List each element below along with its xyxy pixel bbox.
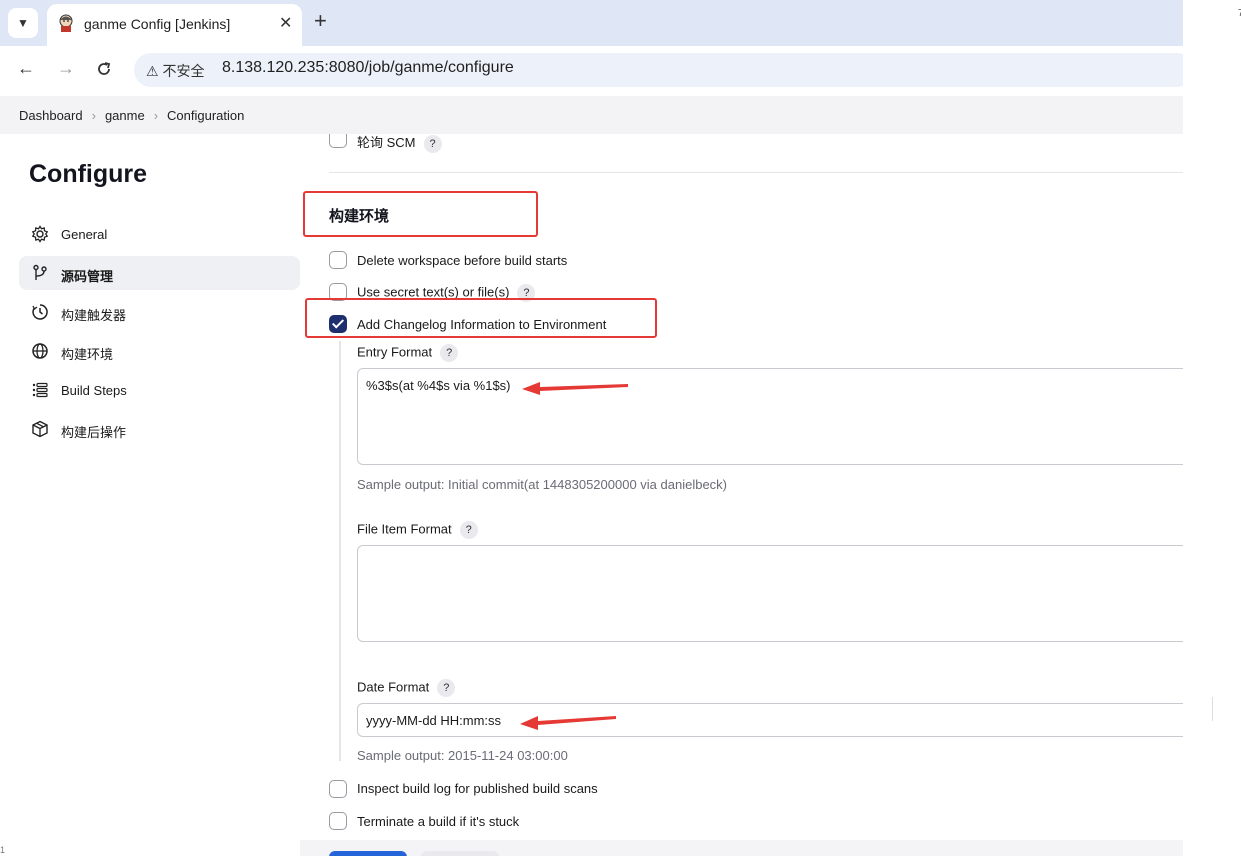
sidebar-item-label: General: [61, 227, 108, 242]
date-format-label: Date Format?: [357, 679, 456, 697]
margin-text: 1: [0, 845, 6, 855]
help-icon[interactable]: ?: [459, 521, 478, 539]
margin-divider: [1212, 697, 1213, 721]
entry-format-value: %3$s(at %4$s via %1$s): [366, 378, 511, 393]
browser-toolbar: ← → ⚠ 不安全 8.138.120.235:8080/job/ganme/c…: [0, 46, 1183, 94]
sidebar-item-build-steps[interactable]: Build Steps: [19, 373, 300, 407]
globe-icon: [32, 343, 48, 359]
sidebar-item-post-build[interactable]: 构建后操作: [19, 412, 300, 446]
url-text[interactable]: 8.138.120.235:8080/job/ganme/configure: [222, 59, 514, 77]
chevron-down-icon: ▼: [17, 16, 29, 30]
sidebar-item-label: 源码管理: [61, 269, 114, 284]
sidebar-item-label: Build Steps: [61, 383, 127, 398]
breadcrumb-dashboard[interactable]: Dashboard: [19, 108, 83, 123]
gear-icon: [31, 225, 49, 243]
insecure-warning[interactable]: ⚠ 不安全: [146, 61, 204, 81]
inspect-build-log-label: Inspect build log for published build sc…: [357, 781, 598, 796]
help-icon[interactable]: ?: [440, 344, 459, 362]
terminate-stuck-label: Terminate a build if it's stuck: [357, 814, 520, 829]
inspect-build-log-checkbox[interactable]: [329, 780, 347, 798]
breadcrumb: Dashboard › ganme › Configuration: [19, 108, 244, 123]
close-tab-icon[interactable]: ✕: [279, 13, 292, 33]
delete-workspace-label: Delete workspace before build starts: [357, 253, 568, 268]
section-title: 构建环境: [329, 208, 390, 225]
entry-format-textarea[interactable]: %3$s(at %4$s via %1$s): [357, 368, 1183, 465]
save-button[interactable]: [329, 851, 407, 856]
breadcrumb-separator: ›: [91, 108, 96, 123]
tab-search-button[interactable]: ▼: [8, 8, 38, 38]
sidebar-item-general[interactable]: General: [19, 217, 300, 251]
sidebar-item-label: 构建后操作: [61, 425, 127, 440]
date-format-sample: Sample output: 2015-11-24 03:00:00: [357, 748, 568, 763]
breadcrumb-configuration[interactable]: Configuration: [167, 108, 244, 123]
back-icon[interactable]: ←: [14, 58, 38, 79]
annotation-arrow-icon: [520, 716, 616, 730]
entry-format-sample: Sample output: Initial commit(at 1448305…: [357, 477, 728, 492]
add-changelog-label: Add Changelog Information to Environment: [357, 317, 607, 332]
terminate-stuck-checkbox[interactable]: [329, 812, 347, 830]
package-icon: [32, 420, 48, 438]
apply-button[interactable]: [421, 851, 499, 856]
jenkins-favicon-icon: [59, 14, 73, 32]
breadcrumb-job[interactable]: ganme: [105, 108, 145, 123]
poll-scm-checkbox[interactable]: [329, 134, 347, 148]
file-item-format-textarea[interactable]: [357, 545, 1183, 642]
poll-scm-label: 轮询 SCM?: [357, 134, 442, 153]
delete-workspace-checkbox[interactable]: [329, 251, 347, 269]
section-divider: [329, 172, 1183, 173]
page-title: Configure: [29, 160, 148, 188]
breadcrumb-separator: ›: [153, 108, 159, 123]
sidebar-item-build-triggers[interactable]: 构建触发器: [19, 295, 300, 329]
date-format-input[interactable]: yyyy-MM-dd HH:mm:ss: [357, 703, 1183, 737]
sidebar-item-label: 构建触发器: [61, 308, 127, 323]
browser-tab[interactable]: ganme Config [Jenkins] ✕: [47, 4, 302, 46]
browser-window: ▼ ganme Config [Jenkins] ✕ + ← → ⚠ 不安全 8…: [0, 0, 1183, 856]
timer-icon: [32, 304, 48, 320]
breadcrumb-bar: Dashboard › ganme › Configuration: [0, 96, 1183, 134]
list-icon: [32, 382, 48, 398]
annotation-arrow-icon: [522, 382, 628, 395]
sidebar-item-source-code[interactable]: 源码管理: [19, 256, 300, 290]
main-content: 轮询 SCM? 构建环境 Delete workspace before bui…: [300, 134, 1183, 856]
reload-icon[interactable]: [96, 61, 112, 77]
file-item-format-label: File Item Format?: [357, 521, 478, 539]
new-tab-button[interactable]: +: [314, 10, 327, 32]
right-margin: [1183, 0, 1241, 856]
add-changelog-checkbox[interactable]: [329, 315, 347, 333]
nested-options-guide: [339, 341, 341, 761]
help-icon[interactable]: ?: [423, 134, 442, 153]
forward-icon[interactable]: →: [54, 58, 78, 79]
date-format-value: yyyy-MM-dd HH:mm:ss: [366, 713, 502, 728]
branch-icon: [33, 264, 47, 280]
help-icon[interactable]: ?: [437, 679, 456, 697]
sidebar-item-label: 构建环境: [61, 347, 114, 362]
entry-format-label: Entry Format?: [357, 344, 459, 362]
sidebar-item-build-environment[interactable]: 构建环境: [19, 334, 300, 368]
tab-title: ganme Config [Jenkins]: [84, 16, 231, 32]
address-bar[interactable]: ⚠ 不安全 8.138.120.235:8080/job/ganme/confi…: [134, 53, 1183, 87]
tab-strip: ▼ ganme Config [Jenkins] ✕ +: [0, 0, 1183, 46]
